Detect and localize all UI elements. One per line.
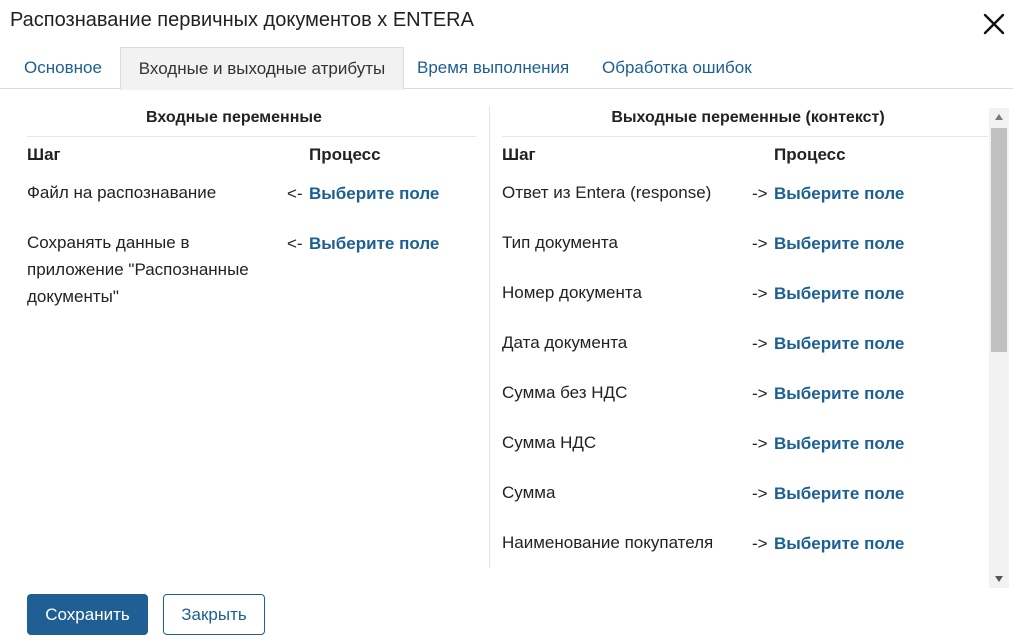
output-select-field-link[interactable]: Выберите поле bbox=[774, 230, 904, 257]
input-arrow: <- bbox=[287, 184, 303, 203]
scroll-down-arrow-icon[interactable] bbox=[989, 570, 1009, 588]
output-arrow: -> bbox=[752, 234, 768, 253]
output-select-field-link[interactable]: Выберите поле bbox=[774, 430, 904, 457]
tab-execution-time[interactable]: Время выполнения bbox=[417, 47, 569, 89]
output-select-field-link[interactable]: Выберите поле bbox=[774, 480, 904, 507]
scrollbar-thumb[interactable] bbox=[991, 128, 1007, 352]
output-select-field-link[interactable]: Выберите поле bbox=[774, 330, 904, 357]
output-arrow: -> bbox=[752, 384, 768, 403]
output-title-divider bbox=[502, 136, 988, 137]
input-process-header: Процесс bbox=[309, 145, 381, 164]
close-icon[interactable] bbox=[982, 12, 1006, 36]
output-arrow: -> bbox=[752, 534, 768, 553]
tab-input-output-attributes[interactable]: Входные и выходные атрибуты bbox=[120, 47, 404, 90]
output-select-field-link[interactable]: Выберите поле bbox=[774, 380, 904, 407]
input-select-field-link[interactable]: Выберите поле bbox=[309, 180, 439, 207]
output-step-label: Наименование покупателя bbox=[502, 533, 714, 552]
output-step-label: Дата документа bbox=[502, 333, 628, 352]
output-step-label: Ответ из Entera (response) bbox=[502, 183, 712, 202]
output-process-header: Процесс bbox=[774, 145, 846, 164]
input-arrow: <- bbox=[287, 234, 303, 253]
output-step-label: Сумма без НДС bbox=[502, 383, 628, 402]
close-button[interactable]: Закрыть bbox=[163, 594, 265, 635]
input-step-header: Шаг bbox=[27, 145, 61, 164]
output-select-field-link[interactable]: Выберите поле bbox=[774, 530, 904, 557]
output-arrow: -> bbox=[752, 184, 768, 203]
output-step-label: Тип документа bbox=[502, 233, 618, 252]
output-step-label: Сумма НДС bbox=[502, 433, 597, 452]
input-title-divider bbox=[27, 136, 476, 137]
column-divider bbox=[489, 106, 490, 568]
tab-bar: Основное Входные и выходные атрибуты Вре… bbox=[0, 47, 1013, 90]
output-select-field-link[interactable]: Выберите поле bbox=[774, 180, 904, 207]
input-step-label: Сохранять данные в приложение "Распознан… bbox=[27, 233, 249, 306]
output-step-header: Шаг bbox=[502, 145, 536, 164]
scroll-up-arrow-icon[interactable] bbox=[989, 108, 1009, 126]
output-step-label: Сумма bbox=[502, 483, 556, 502]
output-select-field-link[interactable]: Выберите поле bbox=[774, 280, 904, 307]
output-step-label: Номер документа bbox=[502, 283, 642, 302]
save-button[interactable]: Сохранить bbox=[27, 594, 148, 635]
tab-error-handling[interactable]: Обработка ошибок bbox=[602, 47, 752, 89]
tab-general[interactable]: Основное bbox=[24, 47, 102, 89]
vertical-scrollbar[interactable] bbox=[989, 108, 1009, 588]
output-arrow: -> bbox=[752, 284, 768, 303]
output-variables-title: Выходные переменные (контекст) bbox=[611, 109, 885, 126]
input-select-field-link[interactable]: Выберите поле bbox=[309, 230, 439, 257]
input-step-label: Файл на распознавание bbox=[27, 183, 217, 202]
dialog-title: Распознавание первичных документов x ENT… bbox=[10, 9, 474, 31]
output-arrow: -> bbox=[752, 434, 768, 453]
output-arrow: -> bbox=[752, 334, 768, 353]
output-arrow: -> bbox=[752, 484, 768, 503]
input-variables-title: Входные переменные bbox=[146, 109, 322, 126]
